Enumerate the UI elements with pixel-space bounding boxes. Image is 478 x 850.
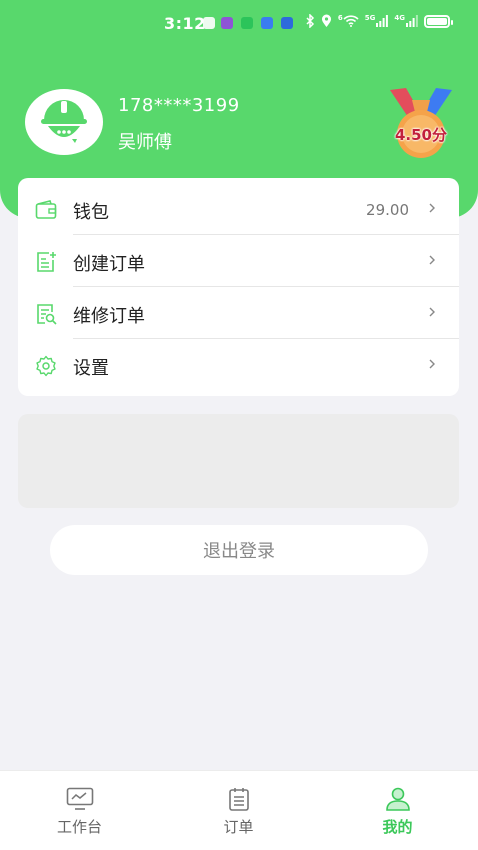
avatar[interactable] bbox=[25, 89, 103, 155]
network-label-1: 5G bbox=[364, 14, 376, 22]
menu-item-label: 维修订单 bbox=[73, 306, 145, 327]
create-order-icon bbox=[37, 252, 56, 272]
notification-app-icon bbox=[261, 17, 273, 29]
wechat-icon bbox=[241, 17, 253, 29]
chevron-right-icon bbox=[429, 307, 435, 317]
tab-workbench[interactable]: 工作台 bbox=[0, 771, 159, 850]
menu-item-label: 设置 bbox=[73, 358, 109, 379]
signal-icon bbox=[376, 15, 389, 27]
placeholder-card bbox=[18, 414, 459, 508]
network-label-2: 4G bbox=[394, 14, 405, 22]
notification-app-icon bbox=[281, 17, 293, 29]
signal-icon bbox=[406, 15, 418, 27]
tab-label: 工作台 bbox=[56, 818, 102, 836]
notification-app-icon bbox=[221, 17, 233, 29]
rating-score: 4.50分 bbox=[394, 126, 447, 144]
chevron-right-icon bbox=[429, 255, 435, 265]
menu-item-wallet[interactable]: 钱包 29.00 bbox=[18, 182, 459, 234]
battery-icon bbox=[424, 14, 453, 28]
tab-orders[interactable]: 订单 bbox=[159, 771, 318, 850]
calendar-icon bbox=[228, 788, 249, 811]
menu-item-create-order[interactable]: 创建订单 bbox=[18, 234, 459, 286]
menu-item-label: 创建订单 bbox=[73, 254, 145, 275]
location-icon bbox=[321, 14, 331, 27]
menu-item-settings[interactable]: 设置 bbox=[18, 338, 459, 390]
status-time: 3:12 bbox=[164, 14, 206, 33]
monitor-icon bbox=[66, 787, 93, 810]
wallet-icon bbox=[35, 200, 57, 219]
menu-item-label: 钱包 bbox=[73, 202, 109, 223]
gear-icon bbox=[36, 355, 56, 377]
user-name: 吴师傅 bbox=[118, 132, 172, 153]
menu-item-repair-order[interactable]: 维修订单 bbox=[18, 286, 459, 338]
tab-mine[interactable]: 我的 bbox=[318, 771, 477, 850]
tab-label: 订单 bbox=[223, 818, 254, 836]
bottom-nav: 工作台 订单 我的 bbox=[0, 770, 478, 850]
wallet-balance: 29.00 bbox=[366, 201, 409, 219]
medal-icon bbox=[390, 88, 452, 158]
tab-label: 我的 bbox=[382, 818, 413, 836]
phone-number: 178****3199 bbox=[118, 95, 240, 116]
notification-app-icon bbox=[203, 17, 215, 29]
logout-button[interactable]: 退出登录 bbox=[50, 525, 428, 575]
status-indicators: 6 5G 4G bbox=[305, 14, 453, 28]
status-bar: 3:12 6 5G 4G bbox=[0, 0, 478, 46]
menu-card: 钱包 29.00 创建订单 维修订单 设置 bbox=[18, 178, 459, 396]
chevron-right-icon bbox=[429, 359, 435, 369]
chevron-right-icon bbox=[429, 203, 435, 213]
user-icon bbox=[385, 787, 410, 811]
worker-helmet-icon bbox=[41, 100, 87, 143]
wifi-icon bbox=[343, 15, 359, 27]
repair-order-icon bbox=[37, 304, 57, 325]
bluetooth-icon bbox=[306, 14, 314, 28]
